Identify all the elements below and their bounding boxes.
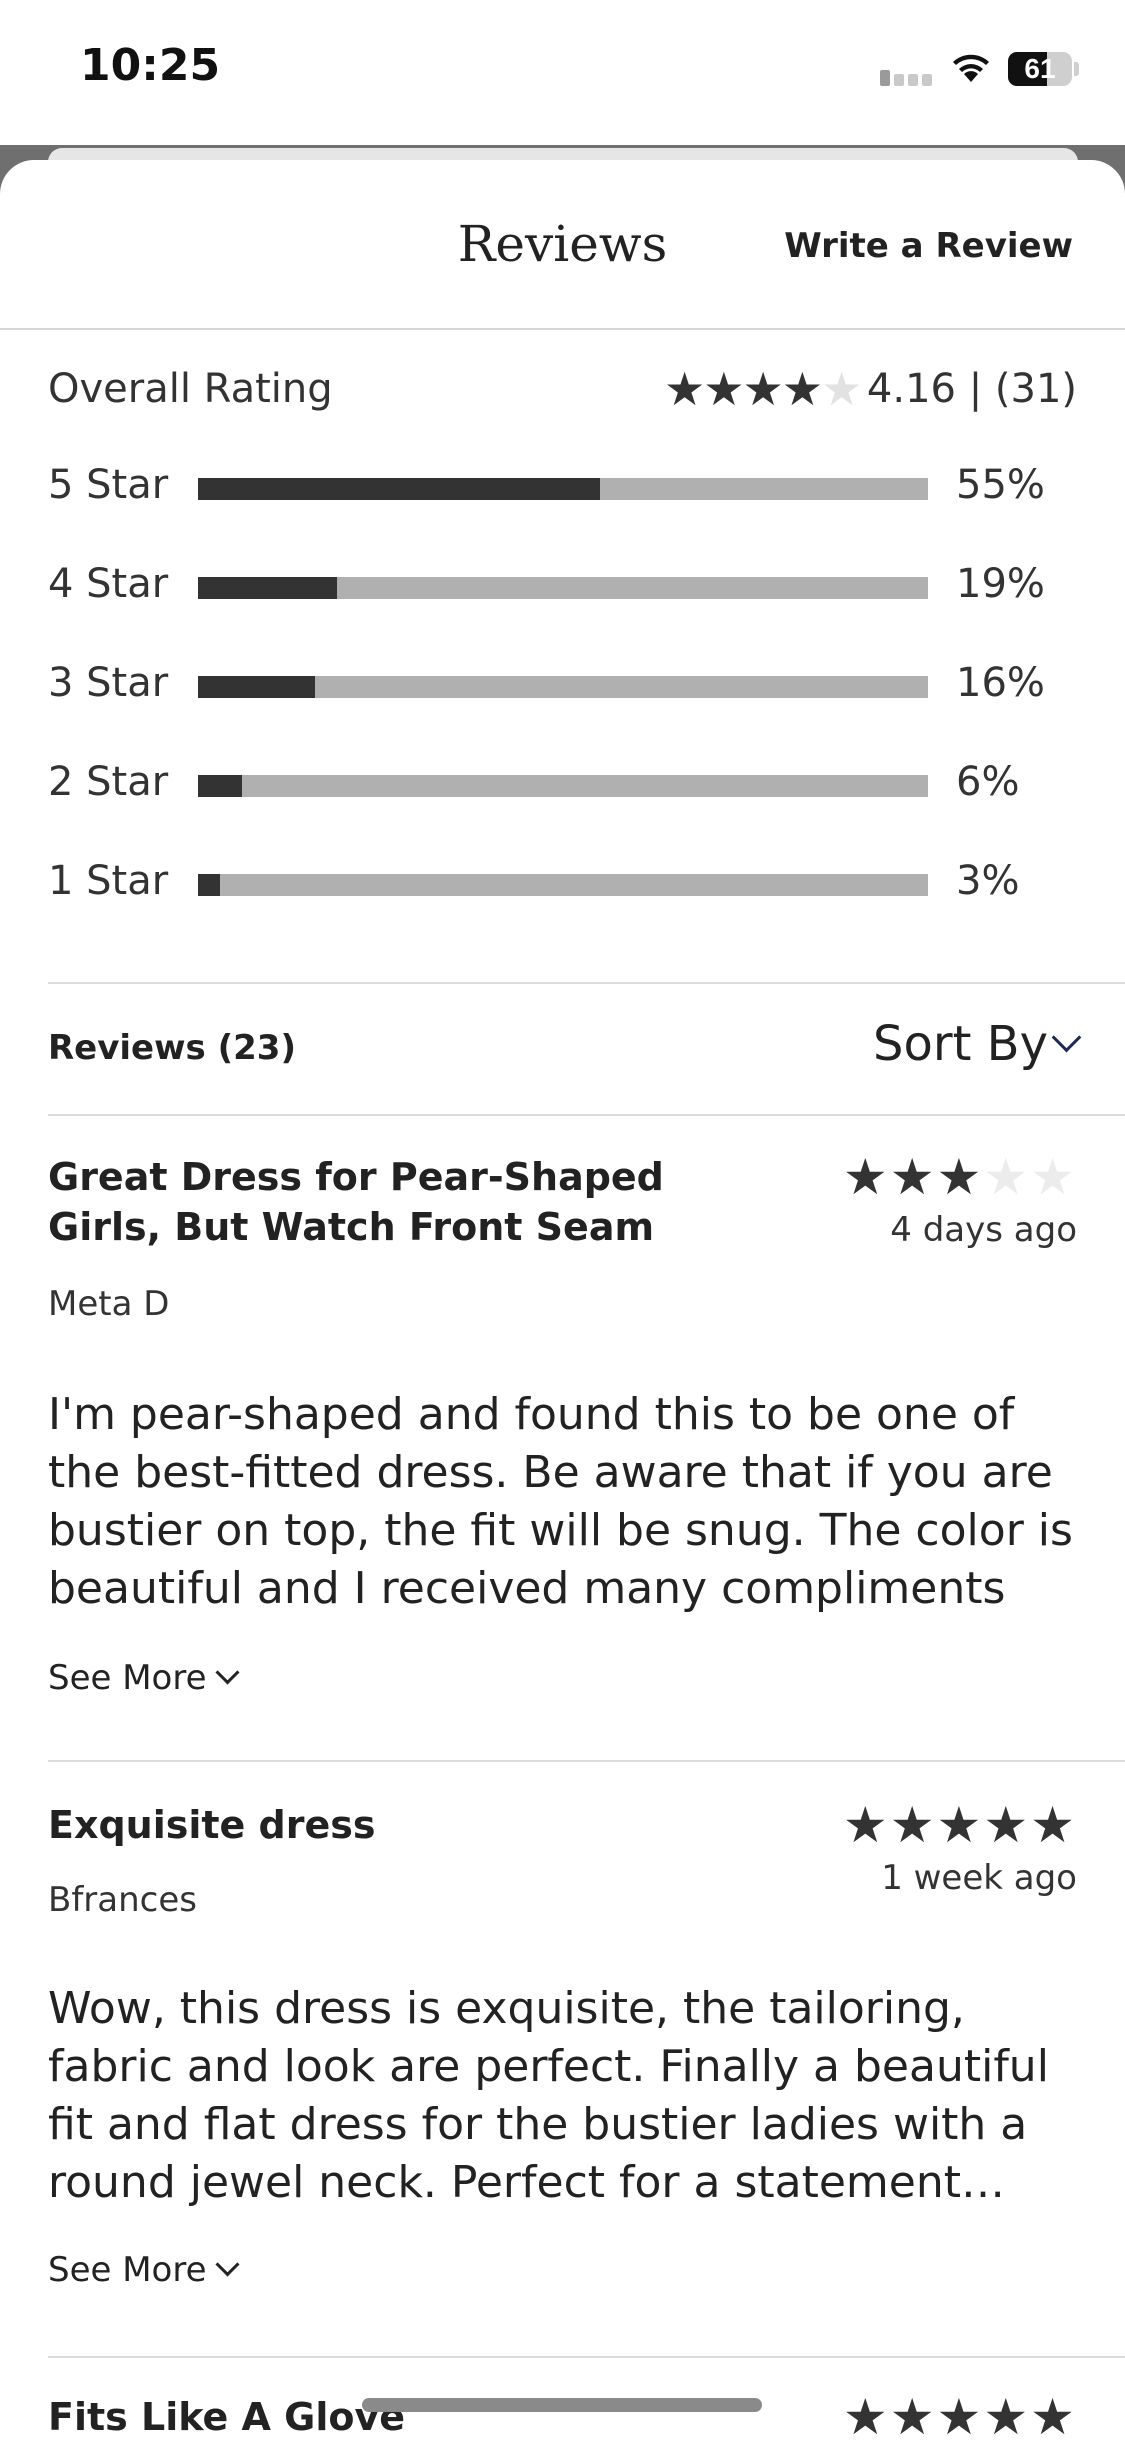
rating-bar [198,478,928,500]
star-icon: ★ [1030,2388,1077,2446]
rating-row-label: 3 Star [48,660,169,706]
rating-row-percent: 3% [956,858,1020,904]
star-icon: ★ [889,1796,937,1854]
battery-level: 61 [1024,53,1056,84]
review-body: Wow, this dress is exquisite, the tailor… [48,1983,1049,2208]
home-indicator [362,2398,762,2412]
battery-icon: 61 [1008,52,1072,86]
star-icon: ★ [842,1148,890,1206]
rating-bar-fill [198,676,315,698]
rating-row-label: 4 Star [48,561,169,607]
chevron-down-icon [1051,1022,1082,1053]
rating-bar [198,874,928,896]
rating-row-percent: 19% [956,561,1045,607]
star-icon: ★ [703,362,744,416]
star-icon: ★ [1030,1148,1077,1206]
review-stars: ★★★★★ [843,2388,1077,2446]
rating-bar [198,676,928,698]
rating-bar [198,577,928,599]
star-icon: ★ [936,2388,984,2446]
star-icon: ★ [983,2388,1031,2446]
review-date: 1 week ago [881,1858,1077,1898]
review-body: I'm pear-shaped and found this to be one… [48,1389,1073,1614]
see-more-button[interactable]: See More [48,2250,240,2290]
star-icon: ★ [983,1796,1031,1854]
divider [48,1760,1125,1762]
rating-bar-fill [198,577,337,599]
rating-row-label: 2 Star [48,759,169,805]
rating-row-percent: 16% [956,660,1045,706]
rating-bar-fill [198,874,220,896]
write-review-button[interactable]: Write a Review [784,226,1073,266]
rating-bar [198,775,928,797]
cellular-signal-icon [880,70,936,86]
rating-row-label: 1 Star [48,858,169,904]
see-more-label: See More [48,1658,207,1698]
overall-rating-label: Overall Rating [48,366,333,412]
rating-row: 2 Star 6% [0,759,1125,819]
wifi-icon [953,54,989,82]
star-icon: ★ [742,362,784,416]
review-stars: ★★★★★ [843,1148,1077,1206]
rating-row: 4 Star 19% [0,561,1125,621]
chevron-down-icon [214,1660,240,1685]
divider [48,1114,1125,1116]
review-title: Exquisite dress [48,1803,376,1847]
star-icon: ★ [983,1148,1031,1206]
star-icon: ★ [889,1148,937,1206]
star-icon: ★ [936,1796,984,1854]
overall-rating-stars: ★★★★★ [664,362,862,416]
overall-rating-value: 4.16 | (31) [866,366,1077,412]
chevron-down-icon [214,2252,240,2277]
star-icon: ★ [936,1148,984,1206]
rating-row: 5 Star 55% [0,462,1125,522]
review-title: Great Dress for Pear-Shaped Girls, But W… [48,1155,664,1249]
star-icon: ★ [781,362,823,416]
star-icon: ★ [889,2388,937,2446]
star-icon: ★ [821,362,862,416]
review-author: Meta D [48,1284,170,1324]
rating-bar-fill [198,775,242,797]
rating-bar-fill [198,478,600,500]
header-divider [0,328,1125,330]
star-icon: ★ [842,2388,890,2446]
review-author: Bfrances [48,1880,197,1920]
rating-row: 3 Star 16% [0,660,1125,720]
star-icon: ★ [664,362,705,416]
sort-by-button[interactable]: Sort By [873,1016,1082,1072]
review-date: 4 days ago [890,1210,1077,1250]
status-time: 10:25 [80,40,221,91]
rating-row-percent: 55% [956,462,1045,508]
star-icon: ★ [1030,1796,1077,1854]
rating-row-label: 5 Star [48,462,169,508]
rating-row-percent: 6% [956,759,1020,805]
rating-row: 1 Star 3% [0,858,1125,918]
divider [48,982,1125,984]
see-more-label: See More [48,2250,207,2290]
see-more-button[interactable]: See More [48,1658,240,1698]
status-bar: 10:25 61 [0,0,1125,140]
divider [48,2356,1125,2358]
review-stars: ★★★★★ [843,1796,1077,1854]
star-icon: ★ [842,1796,890,1854]
sort-by-label: Sort By [873,1016,1048,1072]
reviews-count: Reviews (23) [48,1028,296,1068]
